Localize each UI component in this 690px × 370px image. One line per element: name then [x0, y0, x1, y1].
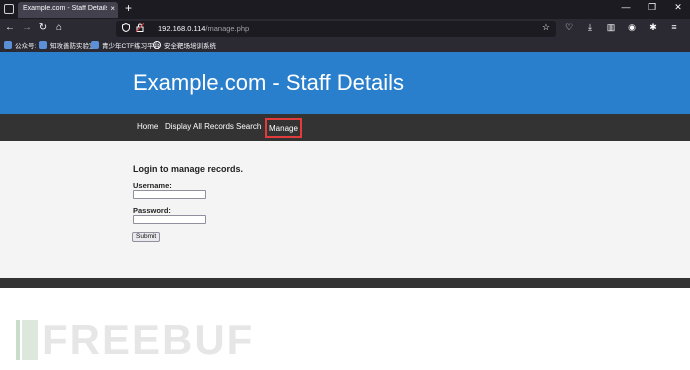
username-input[interactable] — [133, 190, 206, 199]
url-path: /manage.php — [205, 24, 250, 33]
freebuf-logo-icon — [16, 320, 38, 360]
bookmark-label: 安全靶场培训系统 — [164, 43, 216, 50]
home-icon[interactable]: ⌂ — [53, 22, 65, 33]
bookmark-label: 公众号: — [15, 43, 37, 50]
site-nav: Home Display All Records Search Manage — [0, 114, 690, 141]
tab-list-icon[interactable] — [4, 4, 14, 14]
minimize-icon[interactable]: — — [620, 2, 632, 13]
reload-icon[interactable]: ↻ — [37, 22, 49, 33]
bookmark-item[interactable]: 公众号: — [4, 40, 36, 50]
main-content: Login to manage records. Username: Passw… — [0, 141, 690, 278]
toolbar-icons: ♡ ⤓ ▥ ◉ ✱ ≡ — [563, 22, 680, 33]
page-title: Example.com - Staff Details — [133, 70, 405, 95]
globe-icon — [153, 41, 161, 49]
nav-link-display-all-records[interactable]: Display All Records — [165, 122, 234, 131]
bookmark-label: 知攻善防实验室 — [50, 43, 96, 50]
browser-tab[interactable]: Example.com - Staff Details - We × — [18, 2, 118, 18]
bookmark-icon — [39, 41, 47, 49]
password-label: Password: — [133, 206, 171, 215]
watermark: FREEBUF — [16, 316, 255, 363]
bookmark-item[interactable]: 安全靶场培训系统 — [153, 40, 216, 50]
watermark-text: FREEBUF — [42, 316, 255, 363]
bookmark-star-icon[interactable]: ☆ — [542, 22, 550, 33]
bookmark-label: 青少年CTF练习平台 — [102, 43, 161, 50]
url-text[interactable]: 192.168.0.114/manage.php — [158, 24, 249, 33]
pocket-icon[interactable]: ♡ — [563, 22, 575, 33]
nav-link-manage[interactable]: Manage — [265, 118, 302, 138]
shield-icon[interactable] — [122, 22, 130, 34]
menu-icon[interactable]: ≡ — [668, 22, 680, 33]
window-controls: — ❐ ✕ — [620, 2, 684, 13]
browser-toolbar: ← → ↻ ⌂ 192.168.0.114/manage.php ☆ ♡ ⤓ ▥… — [0, 19, 690, 39]
downloads-icon[interactable]: ⤓ — [584, 22, 596, 33]
tab-title: Example.com - Staff Details - We — [23, 5, 107, 12]
bookmark-icon — [4, 41, 12, 49]
browser-tab-bar: Example.com - Staff Details - We × + — ❐… — [0, 0, 690, 19]
bookmark-item[interactable]: 青少年CTF练习平台 — [91, 40, 160, 50]
submit-button[interactable]: Submit — [132, 232, 161, 242]
login-heading: Login to manage records. — [133, 164, 244, 174]
insecure-lock-icon[interactable] — [135, 22, 145, 34]
extensions-icon[interactable]: ✱ — [647, 22, 659, 33]
library-icon[interactable]: ▥ — [605, 22, 617, 33]
bookmarks-bar: 公众号: 知攻善防实验室 青少年CTF练习平台 安全靶场培训系统 — [0, 39, 690, 52]
account-icon[interactable]: ◉ — [626, 22, 638, 33]
nav-link-search[interactable]: Search — [236, 122, 261, 131]
footer-bar — [0, 278, 690, 288]
password-input[interactable] — [133, 215, 206, 224]
back-icon[interactable]: ← — [4, 22, 16, 33]
close-window-icon[interactable]: ✕ — [672, 2, 684, 13]
url-bar[interactable]: 192.168.0.114/manage.php ☆ — [116, 21, 556, 37]
bookmark-item[interactable]: 知攻善防实验室 — [39, 40, 96, 50]
url-host: 192.168.0.114 — [158, 24, 206, 33]
new-tab-icon[interactable]: + — [125, 1, 132, 15]
forward-icon[interactable]: → — [21, 22, 33, 33]
restore-icon[interactable]: ❐ — [646, 2, 658, 13]
username-label: Username: — [133, 181, 172, 190]
site-header: Example.com - Staff Details — [0, 52, 690, 114]
tab-close-icon[interactable]: × — [110, 4, 115, 13]
bookmark-icon — [91, 41, 99, 49]
nav-link-home[interactable]: Home — [137, 122, 158, 131]
